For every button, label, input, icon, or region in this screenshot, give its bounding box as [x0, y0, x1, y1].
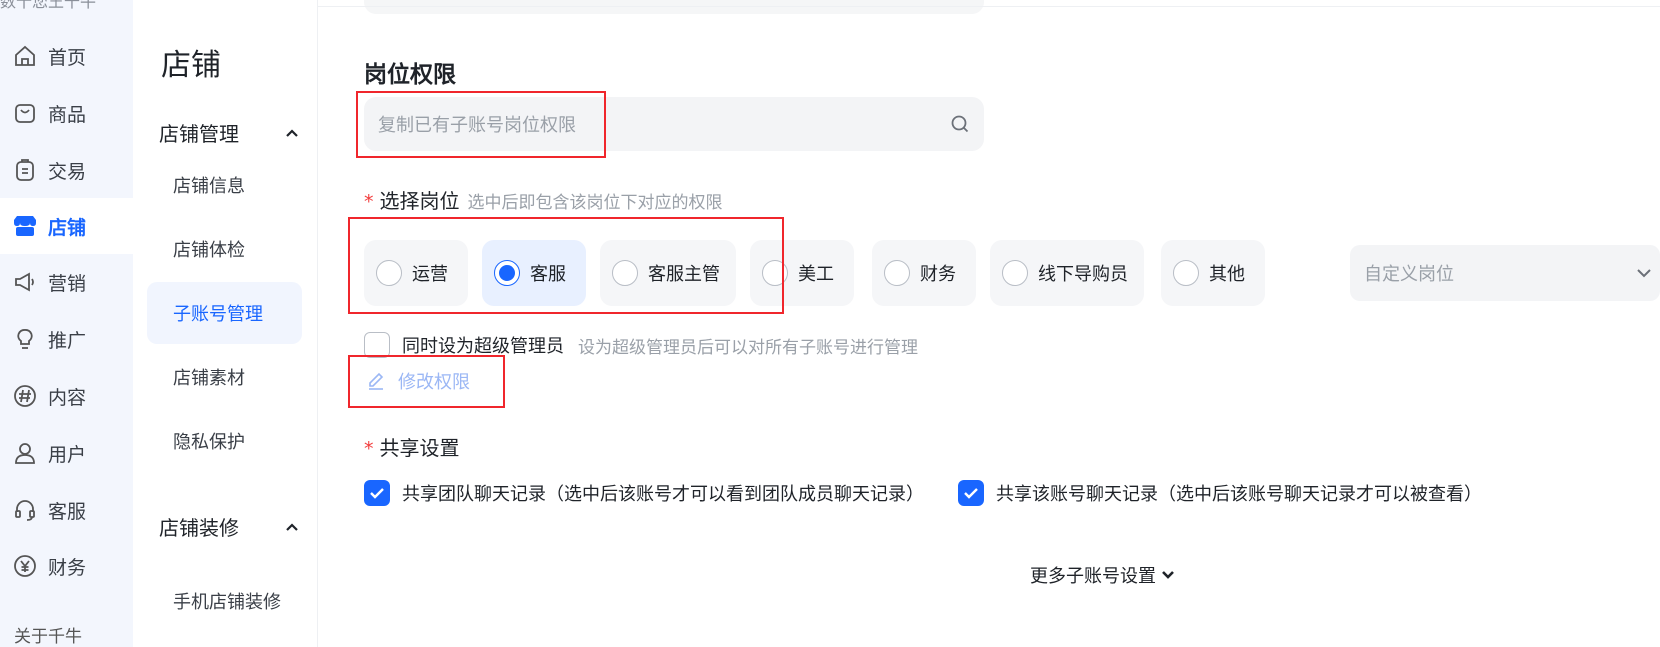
nav-products[interactable]: 商品 [0, 85, 133, 141]
headset-icon [12, 497, 38, 523]
annotation-box-roles [348, 217, 784, 314]
custom-role-placeholder: 自定义岗位 [1364, 264, 1454, 285]
subnav-item-subaccounts[interactable]: 子账号管理 [147, 282, 302, 344]
select-role-label: 选择岗位 [379, 189, 460, 213]
section-title: 岗位权限 [364, 62, 456, 88]
share-settings-title: 共享设置 [379, 436, 460, 460]
radio-button[interactable] [1002, 260, 1028, 286]
yen-icon [12, 553, 38, 579]
radio-button[interactable] [884, 260, 910, 286]
chevron-up-icon [286, 128, 298, 137]
required-mark: * [364, 191, 374, 213]
share-settings-label-row: * 共享设置 [364, 432, 460, 461]
checkmark-icon [964, 488, 978, 499]
nav-home[interactable]: 首页 [0, 28, 133, 84]
radio-button[interactable] [1173, 260, 1199, 286]
role-option-offline-guide[interactable]: 线下导购员 [990, 240, 1144, 306]
more-settings-toggle[interactable]: 更多子账号设置 [1030, 562, 1176, 588]
secondary-nav: 店铺 店铺管理 店铺信息 店铺体检 子账号管理 店铺素材 隐私保护 店铺装修 手… [133, 0, 318, 647]
subnav-item-materials[interactable]: 店铺素材 [147, 346, 302, 408]
role-option-finance[interactable]: 财务 [872, 240, 976, 306]
nav-label: 内容 [48, 386, 87, 409]
primary-nav: 数十您王千牛 首页 商品 交易 店铺 营销 推广 内容 用户 客服 财务 关于千… [0, 0, 133, 647]
share-own-chat-option[interactable]: 共享该账号聊天记录（选中后该账号聊天记录才可以被查看） [958, 480, 1482, 506]
more-settings-label: 更多子账号设置 [1030, 566, 1156, 587]
required-mark: * [364, 438, 374, 460]
nav-service[interactable]: 客服 [0, 482, 133, 538]
share-option-label: 共享团队聊天记录（选中后该账号才可以看到团队成员聊天记录） [402, 484, 924, 505]
role-label: 财务 [920, 264, 956, 285]
nav-marketing[interactable]: 营销 [0, 254, 133, 310]
nav-finance[interactable]: 财务 [0, 538, 133, 594]
group-store-management[interactable]: 店铺管理 [159, 118, 299, 147]
megaphone-icon [12, 269, 38, 295]
search-icon[interactable] [950, 114, 970, 134]
subnav-item-privacy[interactable]: 隐私保护 [147, 410, 302, 472]
group-label: 店铺装修 [159, 516, 239, 540]
home-icon [12, 43, 38, 69]
previous-field[interactable] [364, 0, 984, 14]
about-link[interactable]: 关于千牛 [14, 622, 82, 647]
chevron-down-icon [1637, 269, 1651, 278]
role-label: 线下导购员 [1038, 264, 1128, 285]
nav-label: 商品 [48, 103, 87, 126]
divider [318, 6, 1660, 7]
nav-label: 财务 [48, 556, 87, 579]
select-role-label-row: * 选择岗位 选中后即包含该岗位下对应的权限 [364, 185, 723, 214]
subnav-title: 店铺 [161, 48, 221, 83]
nav-users[interactable]: 用户 [0, 425, 133, 481]
annotation-box-search [356, 91, 606, 158]
nav-label: 营销 [48, 272, 87, 295]
nav-label: 首页 [48, 46, 87, 69]
role-label: 美工 [798, 264, 834, 285]
checkbox-checked[interactable] [364, 480, 390, 506]
checkbox-checked[interactable] [958, 480, 984, 506]
store-icon [12, 213, 38, 239]
nav-label: 用户 [48, 443, 87, 466]
group-label: 店铺管理 [159, 122, 239, 146]
hashtag-icon [12, 383, 38, 409]
nav-store[interactable]: 店铺 [0, 198, 133, 254]
nav-promotion[interactable]: 推广 [0, 311, 133, 367]
nav-content[interactable]: 内容 [0, 368, 133, 424]
subnav-item-store-info[interactable]: 店铺信息 [147, 154, 302, 216]
subnav-item-store-check[interactable]: 店铺体检 [147, 218, 302, 280]
rail-top-text: 数十您王千牛 [0, 0, 97, 11]
user-icon [12, 440, 38, 466]
share-option-label: 共享该账号聊天记录（选中后该账号聊天记录才可以被查看） [996, 484, 1482, 505]
bulb-icon [12, 326, 38, 352]
chevron-up-icon [286, 522, 298, 531]
share-team-chat-option[interactable]: 共享团队聊天记录（选中后该账号才可以看到团队成员聊天记录） [364, 480, 924, 506]
nav-trade[interactable]: 交易 [0, 142, 133, 198]
bag-icon [12, 100, 38, 126]
nav-label: 交易 [48, 160, 87, 183]
checkmark-icon [370, 488, 384, 499]
nav-label: 店铺 [48, 216, 87, 239]
annotation-box-edit [348, 355, 505, 408]
select-role-hint: 选中后即包含该岗位下对应的权限 [467, 193, 723, 213]
subnav-item-mobile-decoration[interactable]: 手机店铺装修 [147, 570, 302, 632]
nav-label: 客服 [48, 500, 87, 523]
chevron-down-icon [1162, 571, 1174, 579]
nav-label: 推广 [48, 329, 87, 352]
custom-role-select[interactable]: 自定义岗位 [1350, 245, 1660, 301]
role-label: 其他 [1209, 264, 1245, 285]
super-admin-hint: 设为超级管理员后可以对所有子账号进行管理 [578, 337, 918, 358]
group-store-decoration[interactable]: 店铺装修 [159, 512, 299, 541]
role-option-other[interactable]: 其他 [1161, 240, 1265, 306]
clipboard-icon [12, 157, 38, 183]
